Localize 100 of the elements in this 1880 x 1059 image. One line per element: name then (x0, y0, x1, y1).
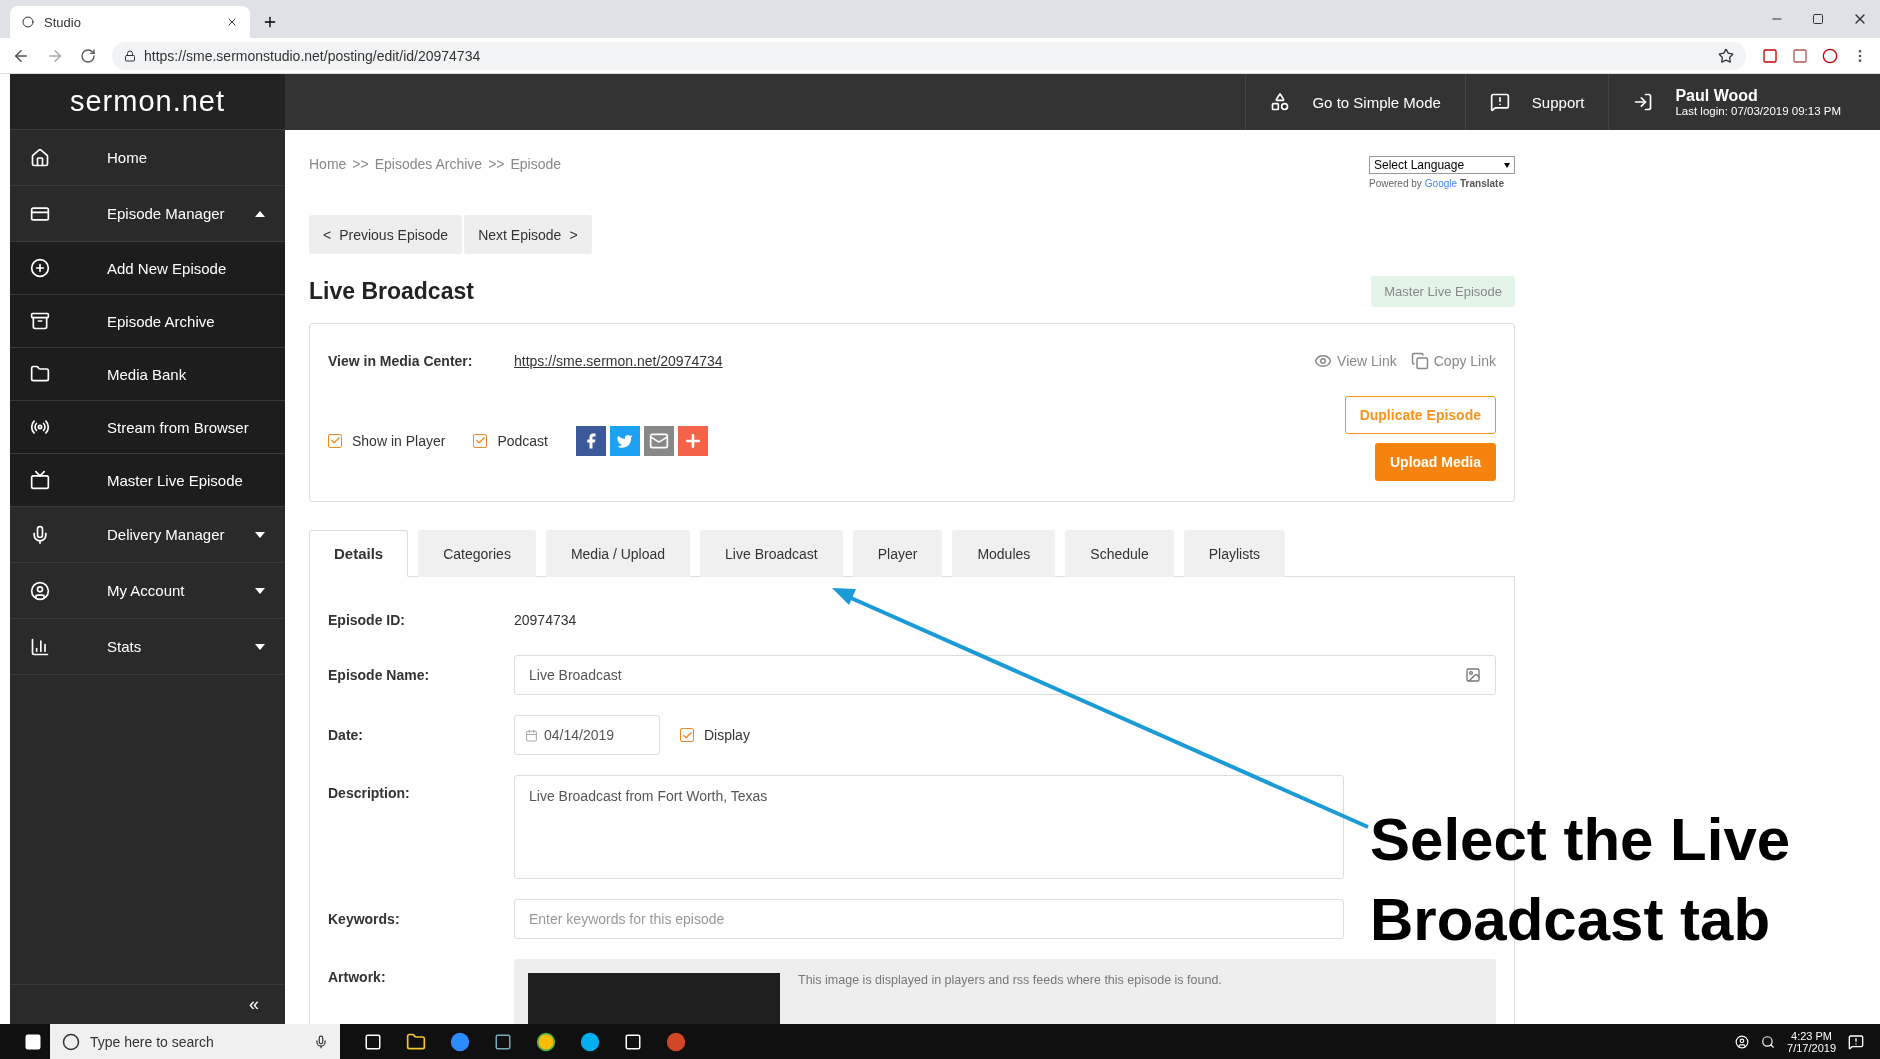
field-label: Artwork: (328, 969, 387, 985)
microphone-icon (30, 524, 50, 545)
extension-icon[interactable] (1762, 47, 1778, 64)
address-bar[interactable]: https://sme.sermonstudio.net/posting/edit/id/20974734 (112, 41, 1746, 70)
app-icon[interactable] (666, 1031, 686, 1052)
user-icon (30, 580, 50, 601)
new-tab-icon[interactable] (262, 14, 278, 30)
field-label: Keywords: (328, 911, 401, 927)
view-link[interactable]: View Link (1314, 352, 1397, 370)
next-episode-button[interactable]: Next Episode > (464, 215, 592, 254)
app-icon[interactable] (494, 1032, 512, 1051)
bookmark-star-icon[interactable] (1718, 47, 1734, 64)
close-icon[interactable] (226, 16, 238, 28)
annotation-text: Select the Live Broadcast tab (1370, 805, 1791, 955)
mail-icon[interactable] (644, 425, 674, 456)
episode-id: 20974734 (514, 612, 577, 628)
notification-icon[interactable] (1848, 1033, 1864, 1050)
plus-circle-icon (30, 258, 50, 278)
field-label: Date: (328, 727, 364, 743)
extension-icon[interactable] (1822, 47, 1838, 64)
image-icon (1465, 667, 1481, 683)
checkbox-label: Display (704, 727, 750, 743)
sidebar-item[interactable]: Media Bank (10, 348, 285, 401)
archive-icon (30, 311, 50, 331)
tab[interactable]: Details (309, 530, 409, 577)
task-view-icon[interactable] (364, 1032, 382, 1051)
site-icon (22, 16, 34, 28)
caret-icon (255, 587, 265, 594)
artwork-note: This image is displayed in players and rss feeds where this episode is found. (798, 973, 1222, 989)
eye-icon (1314, 352, 1333, 370)
sidebar-item[interactable]: Episode Archive (10, 295, 285, 348)
copy-link[interactable]: Copy Link (1410, 352, 1496, 370)
tab[interactable]: Media / Upload (545, 530, 691, 577)
logo[interactable]: sermon.net (10, 74, 285, 130)
extension-icon[interactable] (1792, 47, 1808, 64)
caret-icon (255, 643, 265, 650)
collapse-button[interactable]: « (249, 994, 259, 1015)
shapes-icon (1270, 92, 1291, 112)
breadcrumb-separator: >> (488, 156, 505, 174)
folder-icon[interactable] (406, 1031, 426, 1052)
previous-episode-button[interactable]: < Previous Episode (309, 215, 463, 254)
language-select[interactable]: Select Language (1369, 156, 1515, 174)
folder-icon (30, 364, 50, 384)
calendar-icon (525, 728, 538, 742)
tab[interactable]: Categories (418, 530, 536, 577)
status-badge: Master Live Episode (1371, 276, 1515, 307)
date-field[interactable]: 04/14/2019 (514, 715, 660, 755)
lock-icon (124, 49, 136, 62)
dropdown-caret-icon (1504, 162, 1510, 168)
field-label: Episode Name: (328, 667, 431, 683)
facebook-icon[interactable] (576, 425, 606, 456)
taskbar-search-field[interactable]: Type here to search (50, 1024, 340, 1059)
reload-icon[interactable] (80, 47, 96, 64)
checkbox[interactable] (680, 728, 694, 742)
checkbox-label: Podcast (497, 432, 548, 449)
tray-icon[interactable] (1761, 1034, 1776, 1049)
search-circle-icon (62, 1032, 80, 1051)
tab[interactable]: Player (852, 530, 943, 577)
field-label: Episode ID: (328, 612, 406, 628)
header-link[interactable]: Go to Simple Mode (1245, 74, 1465, 130)
header-link[interactable]: Support (1464, 74, 1609, 130)
people-icon[interactable] (1735, 1034, 1750, 1049)
support-icon (1489, 92, 1510, 112)
description-field[interactable]: Live Broadcast from Fort Worth, Texas (514, 775, 1344, 879)
clock[interactable]: 4:23 PM 7/17/2019 (1787, 1029, 1836, 1054)
breadcrumb-link[interactable]: Home (309, 156, 347, 215)
checkbox[interactable] (473, 433, 488, 448)
checkbox[interactable] (328, 433, 342, 448)
broadcast-icon (30, 417, 50, 437)
sidebar-item[interactable]: Stream from Browser (10, 401, 285, 454)
powered-by-text: Powered by Google Translate (1369, 178, 1504, 189)
app-icon[interactable] (580, 1031, 600, 1052)
episode-name-field[interactable]: Live Broadcast (514, 655, 1496, 695)
twitter-icon[interactable] (610, 425, 640, 456)
checkbox-label: Show in Player (352, 432, 446, 449)
plus-icon[interactable] (678, 425, 708, 456)
tab[interactable]: Modules (952, 530, 1056, 577)
tv-icon (30, 470, 50, 490)
browser-tab[interactable]: Studio (10, 6, 250, 38)
caret-icon (255, 531, 265, 538)
tab[interactable]: Playlists (1183, 530, 1286, 577)
sidebar-item[interactable]: Add New Episode (10, 242, 285, 295)
caret-icon (255, 210, 265, 217)
tab[interactable]: Live Broadcast (700, 530, 843, 577)
sidebar-item[interactable]: Master Live Episode (10, 454, 285, 507)
breadcrumb-link[interactable]: Episode (510, 156, 562, 215)
copy-icon (1410, 352, 1429, 370)
breadcrumb-link[interactable]: Episodes Archive (374, 156, 483, 215)
media-center-link[interactable]: https://sme.sermon.net/20974734 (514, 353, 723, 369)
breadcrumb-separator: >> (352, 156, 369, 174)
maximize-icon[interactable] (1812, 13, 1824, 25)
app-icon[interactable] (450, 1031, 470, 1052)
tab[interactable]: Schedule (1065, 530, 1174, 577)
user-menu[interactable]: Paul Wood Last login: 07/03/2019 09:13 PM (1608, 74, 1865, 130)
login-icon (1633, 92, 1654, 112)
field-label: Description: (328, 785, 411, 801)
microphone-icon (314, 1034, 328, 1049)
keywords-field[interactable]: Enter keywords for this episode (514, 899, 1344, 939)
field-label: View in Media Center: (328, 353, 474, 369)
page-title: Live Broadcast (309, 278, 474, 305)
